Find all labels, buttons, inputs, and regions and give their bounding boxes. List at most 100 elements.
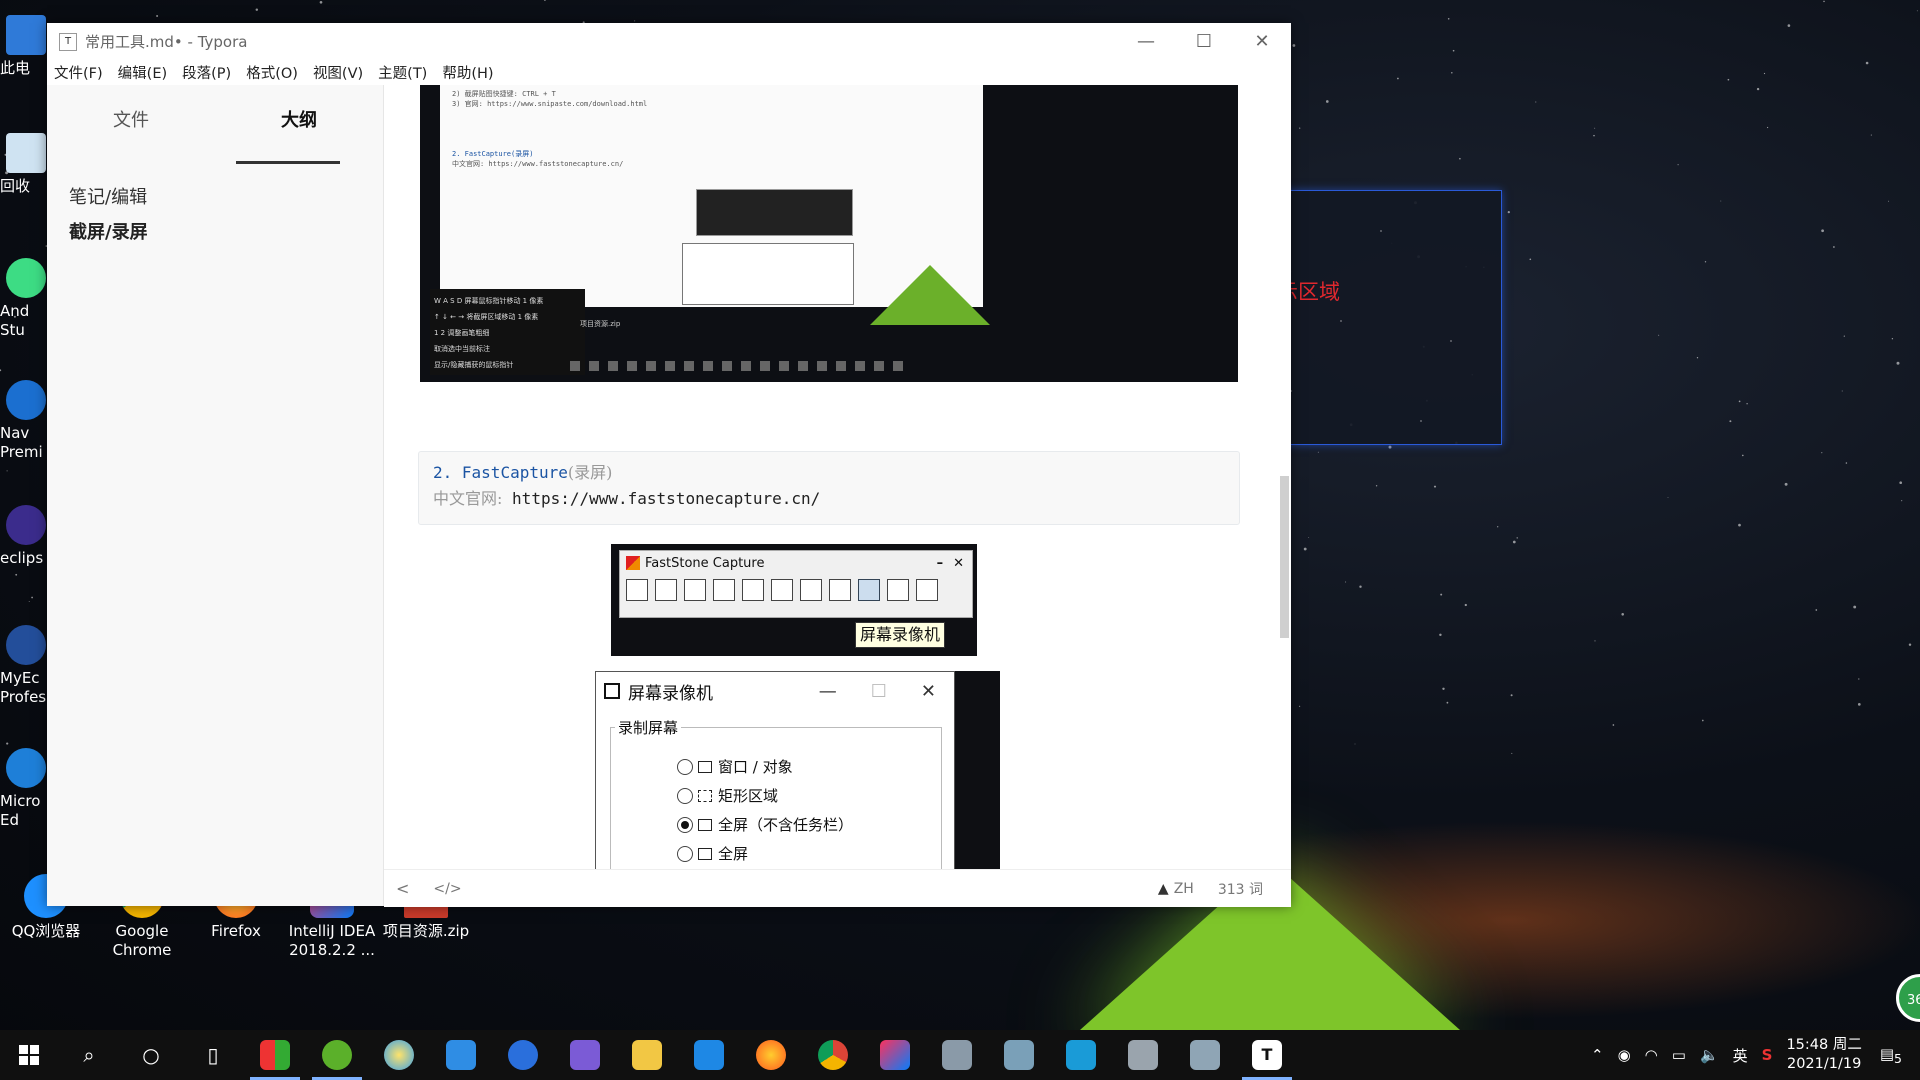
status-bar: < </> ▲ ZH 313 词 [384,869,1291,907]
outline-item[interactable]: 笔记/编辑 [69,183,148,209]
app-icon [942,1040,972,1070]
sogou-icon[interactable]: S [1762,1046,1773,1064]
taskbar-app-14[interactable] [1050,1030,1112,1080]
editor-scrollbar[interactable] [1280,476,1289,638]
taskbar-app-4[interactable] [430,1030,492,1080]
network-icon[interactable]: ◠ [1645,1046,1658,1064]
recorder-tooltip: 屏幕录像机 [855,622,946,648]
this-pc-icon [6,15,46,55]
menu-help[interactable]: 帮助(H) [442,62,493,83]
faststone-minimize: – [936,555,944,571]
app-tray-icon[interactable]: ◉ [1618,1046,1631,1064]
radio-icon [677,845,693,862]
taskbar-app-13[interactable] [988,1030,1050,1080]
desktop-icon-eclipse[interactable]: eclips [0,505,48,568]
taskbar-app-16[interactable] [1174,1030,1236,1080]
faststone-title: FastStone Capture [645,555,765,571]
capture-scroll-icon [800,579,822,601]
source-code-mode-button[interactable]: </> [433,881,461,897]
taskbar-app-1[interactable] [244,1030,306,1080]
app-icon [1004,1040,1034,1070]
chevron-up-icon[interactable]: ⌃ [1591,1046,1604,1064]
screen-recorder-image: 屏幕录像机 — ☐ ✕ 录制屏幕 窗口 / 对象 矩形区域 全屏（不含任务栏） … [595,671,1000,891]
notification-center-icon[interactable]: ▤5 [1880,1045,1902,1066]
embedded-text-line: 3) 官网: https://www.snipaste.com/download… [452,100,648,108]
recorder-option: 全屏 [677,843,748,864]
code-site-url: https://www.faststonecapture.cn/ [512,489,821,508]
desktop-icon-myeclipse[interactable]: MyEc Profes [0,625,48,707]
taskbar-app-5[interactable] [492,1030,554,1080]
radio-icon [677,787,693,804]
battery-icon[interactable]: ▭ [1672,1046,1686,1064]
title-bar[interactable]: T 常用工具.md• - Typora — ☐ ✕ [47,23,1291,60]
editor-area[interactable]: 2) 截屏贴图快捷键: CTRL + T 3) 官网: https://www.… [384,85,1291,891]
recorder-close: ✕ [920,680,936,702]
recorder-option-label: 窗口 / 对象 [718,758,793,776]
taskbar-app-3[interactable] [368,1030,430,1080]
desktop-icon-label: MyEc Profes [0,669,47,706]
qq-browser-icon [384,1040,414,1070]
taskbar-app-7[interactable] [616,1030,678,1080]
cortana-icon: ○ [142,1043,160,1067]
menu-theme[interactable]: 主题(T) [378,62,427,83]
desktop-icon-recycle-bin[interactable]: 回收 [0,133,48,196]
desktop-icon-navicat[interactable]: Nav Premi [0,380,48,462]
word-count[interactable]: 313 词 [1218,879,1263,899]
menu-file[interactable]: 文件(F) [54,62,103,83]
eclipse-icon [508,1040,538,1070]
outline-item-current[interactable]: 截屏/录屏 [69,218,148,244]
input-method[interactable]: 英 [1733,1045,1748,1066]
search-icon: ⌕ [83,1043,95,1067]
taskbar-app-11[interactable] [864,1030,926,1080]
volume-icon[interactable]: 🔈 [1700,1046,1719,1064]
minimize-button[interactable]: — [1117,31,1175,52]
menu-paragraph[interactable]: 段落(P) [182,62,231,83]
start-button[interactable] [0,1030,58,1080]
app-icon [1128,1040,1158,1070]
clock[interactable]: 15:48 周二 2021/1/19 [1786,1036,1861,1074]
typora-window: T 常用工具.md• - Typora — ☐ ✕ 文件(F) 编辑(E) 段落… [47,23,1291,907]
taskbar-app-8[interactable] [678,1030,740,1080]
recorder-dialog: 屏幕录像机 — ☐ ✕ 录制屏幕 窗口 / 对象 矩形区域 全屏（不含任务栏） … [595,671,955,891]
task-view-button[interactable]: ▯ [182,1030,244,1080]
capture-fullscreen-icon [771,579,793,601]
menu-view[interactable]: 视图(V) [313,62,363,83]
menu-edit[interactable]: 编辑(E) [118,62,167,83]
recorder-minimize: — [818,680,837,702]
embedded-text-line: 2) 截屏贴图快捷键: CTRL + T [452,90,556,98]
desktop-icon-label: 回收 [0,177,31,195]
taskbar-app-2[interactable] [306,1030,368,1080]
desktop-icon-label: QQ浏览器 [11,922,81,940]
media-player-icon [694,1040,724,1070]
cortana-button[interactable]: ○ [120,1030,182,1080]
desktop-icon-this-pc[interactable]: 此电 [0,15,48,78]
tab-outline[interactable]: 大纲 [215,85,383,137]
taskbar-app-9[interactable] [740,1030,802,1080]
embedded-tent [870,265,990,325]
app-icon [1190,1040,1220,1070]
android-studio-icon [6,258,46,298]
search-button[interactable]: ⌕ [58,1030,120,1080]
contacts-icon [446,1040,476,1070]
taskbar-app-15[interactable] [1112,1030,1174,1080]
toggle-sidebar-button[interactable]: < [396,879,409,898]
taskbar-app-6[interactable] [554,1030,616,1080]
taskbar-app-12[interactable] [926,1030,988,1080]
close-button[interactable]: ✕ [1233,31,1291,52]
typora-app-icon: T [59,32,77,51]
app-icon [570,1040,600,1070]
menu-format[interactable]: 格式(O) [246,62,298,83]
taskbar-app-typora[interactable]: T [1236,1030,1298,1080]
faststone-close: ✕ [953,555,964,571]
tab-files[interactable]: 文件 [47,85,215,137]
desktop-icon-edge[interactable]: Micro Ed [0,748,48,830]
warning-icon[interactable]: ▲ [1158,881,1169,897]
code-block[interactable]: 2. FastCapture(录屏) 中文官网: https://www.fas… [418,451,1240,525]
maximize-button[interactable]: ☐ [1175,31,1233,52]
taskbar-app-10[interactable] [802,1030,864,1080]
desktop-icon-android-studio[interactable]: And Stu [0,258,48,340]
spellcheck-language[interactable]: ZH [1174,881,1194,897]
desktop-icon-label: Nav Premi [0,424,43,461]
desktop-icon-label: IntelliJ IDEA 2018.2.2 ... [288,922,376,959]
intellij-icon [880,1040,910,1070]
